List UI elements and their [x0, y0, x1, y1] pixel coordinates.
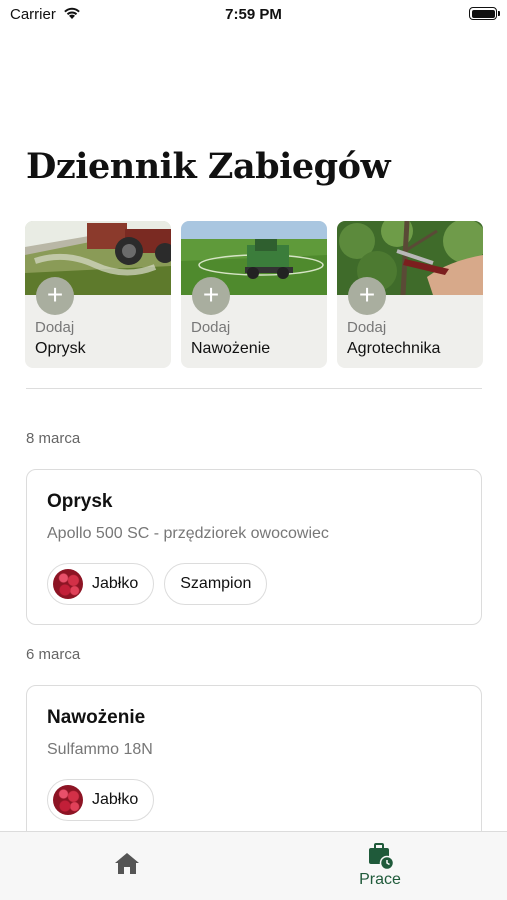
add-card-small-label: Dodaj [191, 319, 231, 336]
crop-chip-label: Jabłko [92, 575, 139, 592]
entry-title: Nawożenie [47, 707, 146, 728]
variety-chip[interactable]: Szampion [164, 563, 268, 605]
plus-icon[interactable]: + [36, 277, 74, 315]
add-oprysk-card[interactable]: + Dodaj Oprysk [25, 221, 171, 368]
crop-chips: Jabłko [47, 779, 155, 821]
crop-chip-label: Jabłko [92, 791, 139, 808]
section-divider [26, 388, 482, 389]
battery-icon [469, 7, 500, 20]
home-icon [115, 853, 139, 874]
add-card-title: Agrotechnika [347, 340, 441, 357]
entry-subtitle: Apollo 500 SC - przędziorek owocowiec [47, 525, 329, 542]
tab-bar: Prace [0, 831, 507, 900]
treatment-entry-card[interactable]: Oprysk Apollo 500 SC - przędziorek owoco… [26, 469, 482, 625]
date-header: 6 marca [26, 646, 81, 663]
status-time: 7:59 PM [225, 6, 282, 23]
status-bar: Carrier 7:59 PM [0, 0, 507, 30]
add-nawozenie-card[interactable]: + Dodaj Nawożenie [181, 221, 327, 368]
add-card-small-label: Dodaj [347, 319, 387, 336]
crop-chips: Jabłko Szampion [47, 563, 268, 605]
briefcase-clock-icon [369, 843, 395, 871]
date-header: 8 marca [26, 430, 81, 447]
crop-chip[interactable]: Jabłko [47, 563, 155, 605]
apple-icon [53, 569, 83, 599]
entry-title: Oprysk [47, 491, 113, 512]
crop-chip[interactable]: Jabłko [47, 779, 155, 821]
plus-icon[interactable]: + [192, 277, 230, 315]
plus-icon[interactable]: + [348, 277, 386, 315]
add-agrotechnika-card[interactable]: + Dodaj Agrotechnika [337, 221, 483, 368]
tab-prace-label: Prace [359, 871, 401, 888]
entry-subtitle: Sulfammo 18N [47, 741, 153, 758]
apple-icon [53, 785, 83, 815]
add-card-title: Nawożenie [191, 340, 271, 357]
page-title: Dziennik Zabiegów [26, 146, 391, 187]
add-card-small-label: Dodaj [35, 319, 75, 336]
tab-prace[interactable]: Prace [345, 842, 415, 892]
add-cards-row: + Dodaj Oprysk + Dodaj Nawożenie + Dodaj… [25, 221, 485, 369]
add-card-title: Oprysk [35, 340, 86, 357]
variety-chip-label: Szampion [180, 575, 252, 592]
tab-home[interactable] [105, 850, 149, 880]
